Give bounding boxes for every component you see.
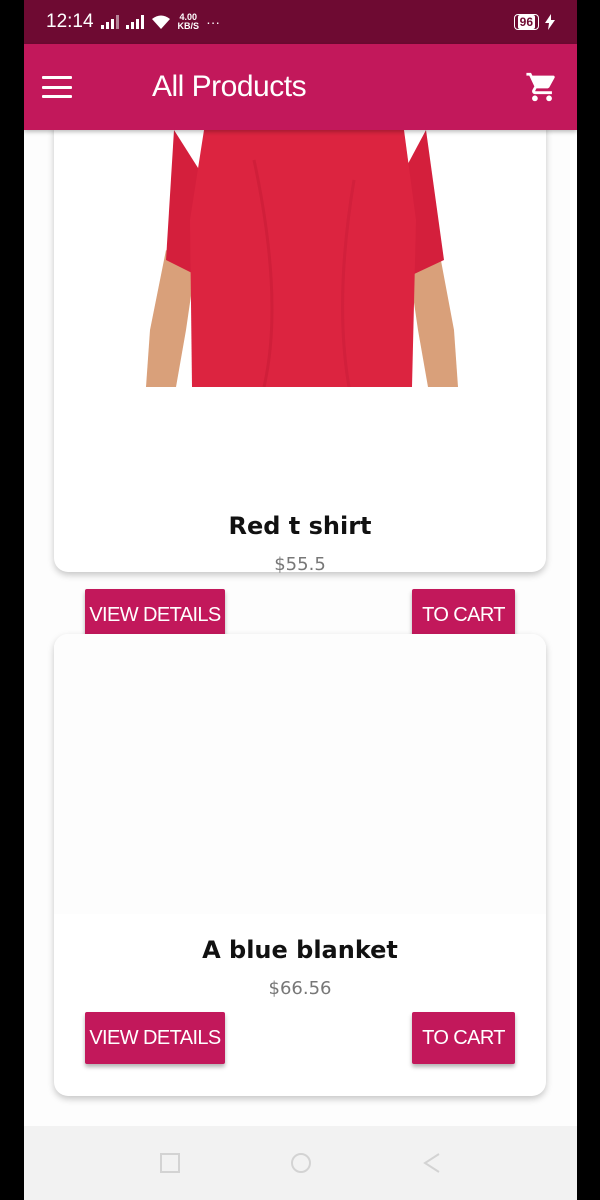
navigation-bar xyxy=(24,1126,577,1200)
status-time: 12:14 xyxy=(46,11,94,32)
net-speed: 4.00 KB/S xyxy=(177,12,200,31)
more-notifications-icon: ··· xyxy=(206,14,221,30)
charging-icon xyxy=(545,14,555,30)
product-list[interactable]: Red t shirt $55.5 VIEW DETAILS TO CART A… xyxy=(24,130,577,1126)
product-name: A blue blanket xyxy=(202,936,398,964)
signal-icon xyxy=(125,15,144,29)
red-tshirt-image xyxy=(54,130,546,387)
status-bar: 12:14 4.00 KB/S ··· 96 xyxy=(24,0,577,44)
home-icon[interactable] xyxy=(289,1151,313,1175)
phone-screen: 12:14 4.00 KB/S ··· 96 All Products Red … xyxy=(24,0,577,1200)
product-price: $66.56 xyxy=(268,978,332,999)
blank-image xyxy=(54,634,546,914)
wifi-icon xyxy=(151,15,170,29)
shopping-cart-icon[interactable] xyxy=(525,70,559,104)
page-title: All Products xyxy=(152,70,307,103)
app-bar: All Products xyxy=(24,44,577,130)
product-name: Red t shirt xyxy=(228,512,372,540)
battery-icon: 96 xyxy=(513,14,539,30)
recent-apps-icon[interactable] xyxy=(158,1151,182,1175)
product-card: A blue blanket $66.56 VIEW DETAILS TO CA… xyxy=(54,634,546,1096)
battery-level: 96 xyxy=(517,15,535,29)
view-details-button[interactable]: VIEW DETAILS xyxy=(85,1012,225,1064)
product-price: $55.5 xyxy=(274,554,326,575)
signal-icon xyxy=(100,15,119,29)
product-card: Red t shirt $55.5 VIEW DETAILS TO CART xyxy=(54,130,546,641)
back-icon[interactable] xyxy=(420,1151,444,1175)
to-cart-button[interactable]: TO CART xyxy=(412,1012,515,1064)
hamburger-menu-icon[interactable] xyxy=(42,76,72,98)
